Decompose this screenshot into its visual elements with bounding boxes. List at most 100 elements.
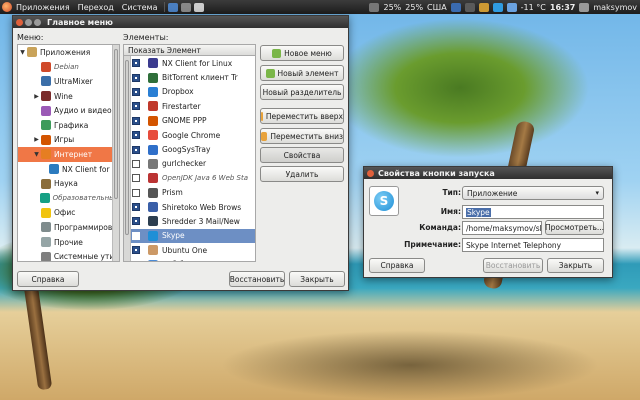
- temperature-readout[interactable]: -11 °C: [521, 3, 546, 12]
- keyboard-layout-indicator[interactable]: США: [427, 3, 447, 12]
- show-checkbox[interactable]: [132, 131, 140, 140]
- show-checkbox[interactable]: [132, 145, 140, 154]
- menu-item-row[interactable]: Shiretoko Web Brows: [124, 200, 255, 214]
- tree-category-item[interactable]: ▶ Игры: [18, 133, 119, 148]
- show-checkbox[interactable]: [132, 246, 140, 255]
- menu-item-row[interactable]: gurlchecker: [124, 157, 255, 171]
- close-button[interactable]: Закрыть: [289, 271, 345, 287]
- clock[interactable]: 16:37: [550, 3, 575, 12]
- battery-icon: [369, 2, 380, 12]
- move-up-button[interactable]: Переместить вверх: [260, 108, 344, 124]
- menu-item-row[interactable]: Google Chrome: [124, 128, 255, 142]
- tree-category-item[interactable]: ▶ Wine: [18, 89, 119, 104]
- new-separator-button[interactable]: Новый разделитель: [260, 84, 344, 100]
- tree-category-item[interactable]: Системные утил: [18, 249, 119, 261]
- show-checkbox[interactable]: [132, 260, 140, 261]
- show-checkbox[interactable]: [132, 159, 140, 168]
- show-checkbox[interactable]: [132, 102, 140, 111]
- menu-item-row[interactable]: Firestarter: [124, 99, 255, 113]
- menu-item-row[interactable]: Веб-браузер Epiphar: [124, 257, 255, 261]
- files-launcher-icon[interactable]: [194, 2, 205, 12]
- menu-item-row[interactable]: OpenJDK Java 6 Web Sta: [124, 171, 255, 185]
- expand-right-icon[interactable]: ▶: [32, 93, 41, 100]
- panel-menu-places[interactable]: Переход: [74, 3, 118, 12]
- name-input[interactable]: Skype: [462, 205, 604, 219]
- tree-category-item[interactable]: ▼ Интернет: [18, 147, 119, 162]
- skype-tray-icon[interactable]: [492, 2, 503, 12]
- tree-category-item[interactable]: NX Client for: [18, 162, 119, 177]
- menu-item-row[interactable]: BitTorrent клиент Tr: [124, 70, 255, 84]
- menu-item-row[interactable]: Dropbox: [124, 85, 255, 99]
- panel-menu-system[interactable]: Система: [118, 3, 162, 12]
- menu-item-row[interactable]: Skype: [124, 228, 255, 244]
- comment-value: Skype Internet Telephony: [466, 240, 562, 250]
- dialog-close-icon[interactable]: [367, 169, 374, 177]
- items-scrollbar[interactable]: [124, 56, 131, 261]
- help-button[interactable]: Справка: [17, 271, 79, 287]
- show-checkbox[interactable]: [132, 73, 140, 82]
- show-checkbox[interactable]: [132, 231, 140, 240]
- distro-logo-icon[interactable]: [2, 2, 12, 12]
- menu-item-row[interactable]: Prism: [124, 186, 255, 200]
- column-item[interactable]: Элемент: [165, 46, 201, 55]
- browser-launcher-icon[interactable]: [168, 2, 179, 12]
- expand-down-icon[interactable]: ▼: [18, 49, 27, 56]
- show-checkbox[interactable]: [132, 203, 140, 212]
- expand-down-icon[interactable]: ▼: [32, 151, 41, 158]
- tree-category-item[interactable]: Аудио и видео: [18, 103, 119, 118]
- tree-category-item[interactable]: Образовательные: [18, 191, 119, 206]
- type-combo[interactable]: Приложение ▾: [462, 186, 604, 200]
- volume-icon[interactable]: [464, 2, 475, 12]
- menu-item-row[interactable]: NX Client for Linux: [124, 56, 255, 70]
- tree-category-item[interactable]: Debian: [18, 60, 119, 75]
- dialog-restore-button[interactable]: Восстановить: [483, 258, 543, 273]
- dialog-help-button[interactable]: Справка: [369, 258, 425, 273]
- menu-item-row[interactable]: GNOME PPP: [124, 114, 255, 128]
- launcher-icon-button[interactable]: S: [369, 186, 399, 216]
- menu-item-row[interactable]: Shredder 3 Mail/New: [124, 214, 255, 228]
- show-checkbox[interactable]: [132, 59, 140, 68]
- show-checkbox[interactable]: [132, 217, 140, 226]
- tree-category-item[interactable]: Офис: [18, 206, 119, 221]
- items-scrollbar-thumb[interactable]: [125, 60, 129, 235]
- dialog-close-button[interactable]: Закрыть: [547, 258, 604, 273]
- tree-category-item[interactable]: Наука: [18, 176, 119, 191]
- network-icon[interactable]: [450, 2, 461, 12]
- window-maximize-icon[interactable]: [34, 18, 41, 26]
- command-input[interactable]: /home/maksymov/skyp: [462, 221, 542, 235]
- properties-button[interactable]: Свойства: [260, 147, 344, 163]
- tree-category-item[interactable]: UltraMixer: [18, 74, 119, 89]
- terminal-launcher-icon[interactable]: [181, 2, 192, 12]
- tree-category-item[interactable]: Программирова: [18, 220, 119, 235]
- mail-icon[interactable]: [478, 2, 489, 12]
- new-menu-button[interactable]: Новое меню: [260, 45, 344, 61]
- show-checkbox[interactable]: [132, 87, 140, 96]
- tree-category-item[interactable]: ▼ Приложения: [18, 45, 119, 60]
- column-show[interactable]: Показать: [124, 46, 165, 55]
- delete-button[interactable]: Удалить: [260, 166, 344, 182]
- move-down-button[interactable]: Переместить вниз: [260, 128, 344, 144]
- tree-category-item[interactable]: Графика: [18, 118, 119, 133]
- main-menu-titlebar[interactable]: Главное меню: [13, 16, 348, 28]
- dialog-titlebar[interactable]: Свойства кнопки запуска: [364, 167, 612, 179]
- show-checkbox[interactable]: [132, 116, 140, 125]
- tree-category-item[interactable]: Прочие: [18, 235, 119, 250]
- browse-button[interactable]: Просмотреть...: [545, 220, 604, 235]
- window-minimize-icon[interactable]: [25, 18, 32, 26]
- expand-right-icon[interactable]: ▶: [32, 136, 41, 143]
- show-checkbox[interactable]: [132, 174, 140, 183]
- menu-item-row[interactable]: GoogSysTray: [124, 142, 255, 156]
- menu-category-tree[interactable]: ▼ Приложения Debian UltraMixer ▶ Wine Аудио и …: [17, 44, 120, 262]
- panel-menu-applications[interactable]: Приложения: [12, 3, 74, 12]
- window-close-icon[interactable]: [16, 18, 23, 26]
- show-checkbox[interactable]: [132, 188, 140, 197]
- menu-items-list[interactable]: Показать Элемент NX Client for Linux BitT…: [123, 44, 256, 262]
- menu-item-row[interactable]: Ubuntu One: [124, 243, 255, 257]
- restore-button[interactable]: Восстановить: [229, 271, 285, 287]
- comment-input[interactable]: Skype Internet Telephony: [462, 238, 604, 252]
- user-name[interactable]: maksymov: [593, 3, 637, 12]
- tree-scrollbar[interactable]: [112, 45, 119, 261]
- tree-scrollbar-thumb[interactable]: [114, 49, 118, 199]
- new-item-button[interactable]: Новый элемент: [260, 65, 344, 81]
- app-icon: [148, 130, 158, 141]
